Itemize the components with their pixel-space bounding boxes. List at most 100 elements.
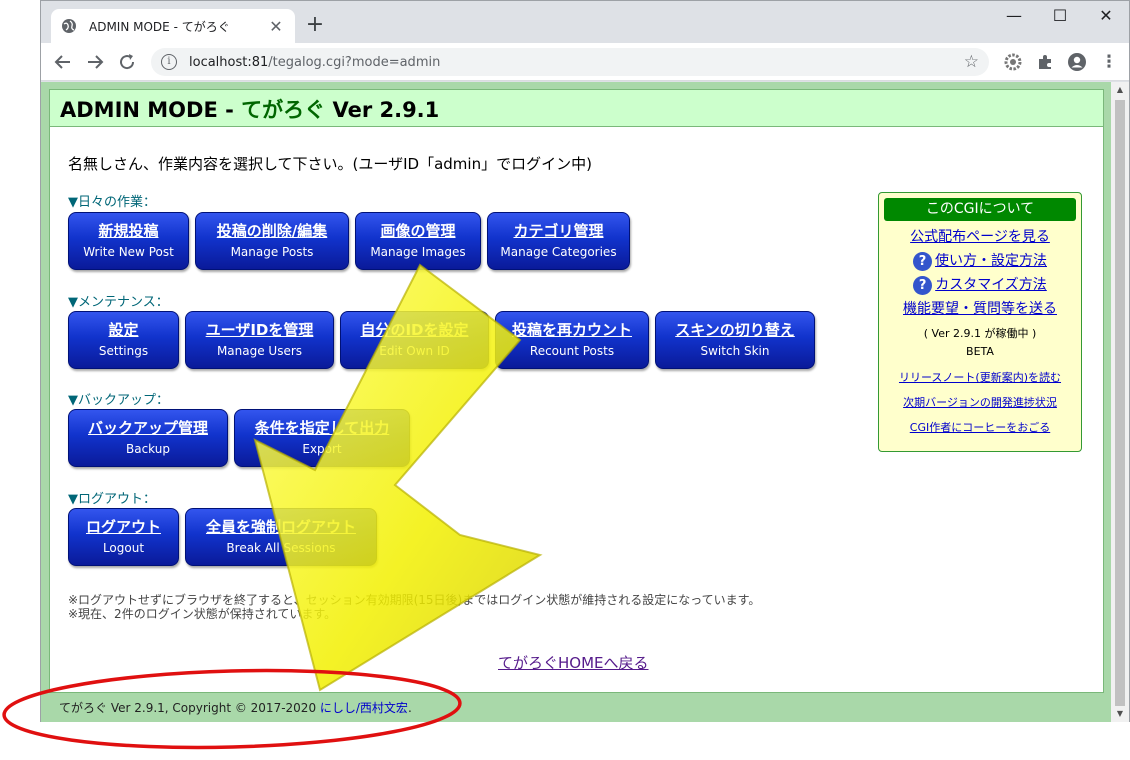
address-bar[interactable]: i localhost:81/tegalog.cgi?mode=admin ☆ [151,48,989,76]
site-info-icon[interactable]: i [161,54,177,70]
about-cgi-panel: このCGIについて 公式配布ページを見る ? 使い方・設定方法 ? カスタマイズ方法… [878,192,1082,452]
footer-period: . [407,701,412,715]
section-label-backup: ▼バックアップ： [68,393,169,408]
button-label-en: Edit Own ID [379,344,450,358]
url-text: localhost:81/tegalog.cgi?mode=admin [189,55,440,70]
profile-avatar-icon[interactable] [1067,52,1087,72]
button-label-en: Recount Posts [529,344,615,358]
button-label-jp: 全員を強制ログアウト [205,518,356,536]
section-label-maintenance: ▼メンテナンス： [68,295,169,310]
header-app-name: てがろぐ [241,98,326,122]
browser-toolbar: i localhost:81/tegalog.cgi?mode=admin ☆ … [41,43,1129,81]
about-panel-title: このCGIについて [884,198,1076,221]
button-label-en: Manage Categories [500,245,617,259]
button-label-en: Switch Skin [700,344,770,358]
reload-icon[interactable] [115,50,139,74]
scroll-up-arrow-icon[interactable]: ▲ [1111,82,1129,98]
scroll-down-arrow-icon[interactable]: ▼ [1111,706,1129,722]
menu-kebab-icon[interactable]: ⋮ [1099,52,1119,72]
vertical-scrollbar[interactable]: ▲ ▼ [1111,82,1129,722]
recount-posts-button[interactable]: 投稿を再カウント Recount Posts [495,311,649,369]
beta-label: BETA [966,345,994,358]
forward-arrow-icon[interactable] [83,50,107,74]
header-version: Ver 2.9.1 [325,98,440,122]
greeting-text: 名無しさん、作業内容を選択して下さい。(ユーザID「admin」でログイン中) [68,155,592,173]
manage-categories-button[interactable]: カテゴリ管理 Manage Categories [487,212,630,270]
url-path: /tegalog.cgi?mode=admin [268,54,441,70]
customize-link[interactable]: ? カスタマイズ方法 [879,273,1081,297]
tab-close-icon[interactable]: ✕ [267,17,285,36]
back-arrow-icon[interactable] [51,50,75,74]
globe-icon [62,19,76,33]
page-viewport: ADMIN MODE - てがろぐ Ver 2.9.1 名無しさん、作業内容を選… [41,82,1112,722]
session-notes: ※ログアウトせずにブラウザを終了すると、セッション有効期限(15日後)まではログ… [68,593,760,621]
button-label-jp: 新規投稿 [98,222,159,240]
button-label-en: Manage Images [370,245,466,259]
window-controls: — ☐ ✕ [991,1,1129,33]
session-note-expiry: ※ログアウトせずにブラウザを終了すると、セッション有効期限(15日後)まではログ… [68,593,761,607]
button-label-jp: 自分のIDを設定 [360,321,469,339]
new-post-button[interactable]: 新規投稿 Write New Post [68,212,189,270]
tab-strip: ADMIN MODE - てがろぐ ✕ + — ☐ ✕ [41,1,1129,43]
button-row-logout: ログアウト Logout 全員を強制ログアウト Break All Sessions [68,508,377,566]
session-note-count: ※現在、2件のログイン状態が保持されています。 [68,607,337,621]
maximize-icon[interactable]: ☐ [1037,1,1083,33]
tab-title: ADMIN MODE - てがろぐ [89,19,230,34]
running-version: ( Ver 2.9.1 が稼働中 ) [923,327,1037,340]
button-label-en: Settings [98,344,149,358]
footer-copyright: Ver 2.9.1, Copyright © 2017-2020 [107,701,320,715]
button-label-en: Manage Users [216,344,303,358]
switch-skin-button[interactable]: スキンの切り替え Switch Skin [655,311,815,369]
footer-author-link[interactable]: にしし/西村文宏 [320,701,408,715]
dev-progress-link[interactable]: 次期バージョンの開発進捗状況 [879,390,1081,415]
usage-link[interactable]: ? 使い方・設定方法 [879,249,1081,273]
button-label-en: Export [302,442,342,456]
manage-posts-button[interactable]: 投稿の削除/編集 Manage Posts [195,212,349,270]
browser-tab-active[interactable]: ADMIN MODE - てがろぐ ✕ [51,9,295,43]
bookmark-star-icon[interactable]: ☆ [964,52,979,72]
help-question-icon: ? [913,252,932,271]
button-label-jp: 条件を指定して出力 [254,419,390,437]
official-page-link[interactable]: 公式配布ページを見る [879,225,1081,249]
extensions-puzzle-icon[interactable] [1035,52,1055,72]
manage-users-button[interactable]: ユーザIDを管理 Manage Users [185,311,334,369]
extension-gear-icon[interactable] [1003,52,1023,72]
button-label-jp: 投稿を再カウント [511,321,632,339]
page-footer: てがろぐ Ver 2.9.1, Copyright © 2017-2020 にし… [49,693,1104,720]
minimize-icon[interactable]: — [991,1,1037,33]
button-label-jp: カテゴリ管理 [513,222,604,240]
button-label-en: Write New Post [83,245,174,259]
backup-button[interactable]: バックアップ管理 Backup [68,409,228,467]
export-button[interactable]: 条件を指定して出力 Export [234,409,410,467]
manage-images-button[interactable]: 画像の管理 Manage Images [355,212,481,270]
main-content: 名無しさん、作業内容を選択して下さい。(ユーザID「admin」でログイン中) … [49,127,1104,693]
scrollbar-thumb[interactable] [1115,100,1125,706]
button-label-jp: ログアウト [85,518,161,536]
button-label-en: Break All Sessions [226,541,336,555]
button-label-jp: バックアップ管理 [87,419,208,437]
home-link[interactable]: てがろぐHOMEへ戻る [498,652,649,673]
release-notes-link[interactable]: リリースノート(更新案内)を読む [879,365,1081,390]
header-prefix: ADMIN MODE - [60,98,242,122]
settings-button[interactable]: 設定 Settings [68,311,179,369]
footer-app-name: てがろぐ [59,701,108,715]
new-tab-button[interactable]: + [303,13,327,37]
usage-link-label: 使い方・設定方法 [935,253,1047,269]
button-label-jp: 投稿の削除/編集 [216,222,328,240]
help-question-icon: ? [913,276,933,295]
button-label-en: Backup [126,442,170,456]
buy-coffee-link[interactable]: CGI作者にコーヒーをおごる [879,415,1081,440]
browser-window: ADMIN MODE - てがろぐ ✕ + — ☐ ✕ i localhost:… [40,0,1130,722]
button-label-en: Manage Posts [230,245,314,259]
button-row-backup: バックアップ管理 Backup 条件を指定して出力 Export [68,409,410,467]
logout-button[interactable]: ログアウト Logout [68,508,179,566]
feature-request-link[interactable]: 機能要望・質問等を送る [879,297,1081,321]
break-all-sessions-button[interactable]: 全員を強制ログアウト Break All Sessions [185,508,377,566]
button-label-jp: 設定 [108,321,139,339]
window-close-icon[interactable]: ✕ [1083,1,1129,33]
admin-page: ADMIN MODE - てがろぐ Ver 2.9.1 名無しさん、作業内容を選… [41,82,1112,722]
edit-own-id-button[interactable]: 自分のIDを設定 Edit Own ID [340,311,489,369]
button-label-en: Logout [102,541,145,555]
button-label-jp: ユーザIDを管理 [205,321,314,339]
section-label-logout: ▼ログアウト： [68,492,156,507]
